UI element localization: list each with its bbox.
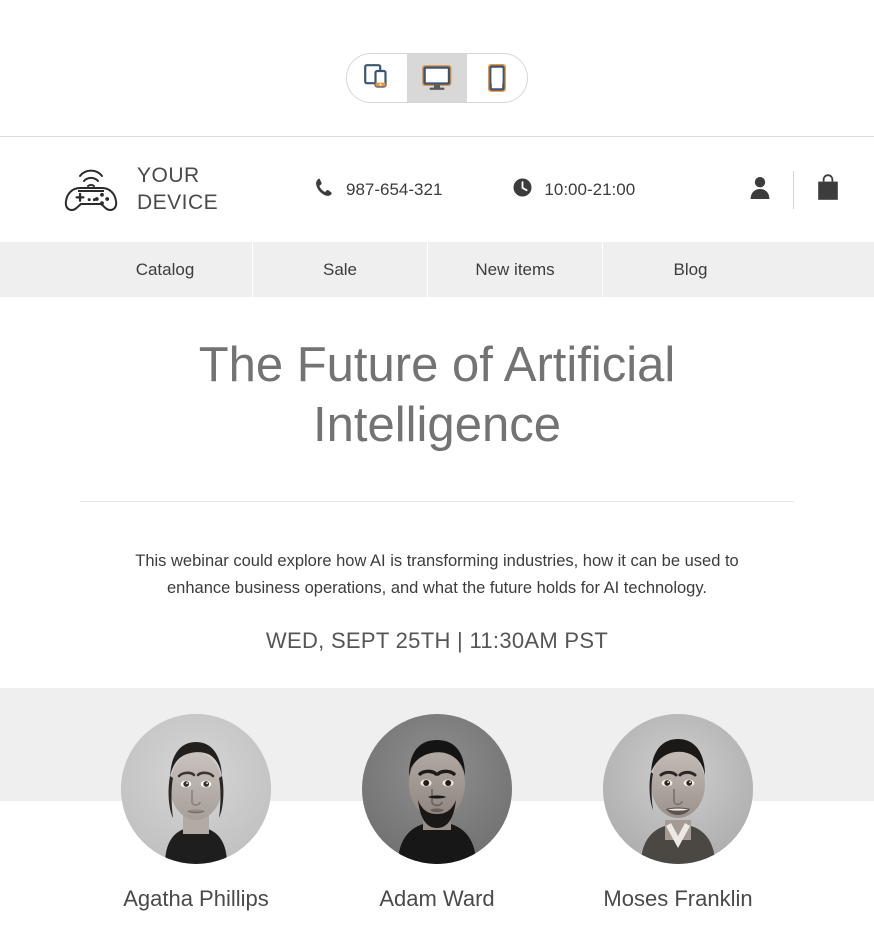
- header-divider: [793, 170, 794, 209]
- speaker-name: Moses Franklin: [603, 885, 753, 911]
- portrait-woman-grayscale: [121, 713, 271, 864]
- speaker-card: Agatha Phillips AI Specialist: [121, 713, 271, 927]
- logo-line-1: YOUR: [137, 164, 200, 188]
- avatar: [121, 713, 271, 864]
- device-button-tablet-mobile[interactable]: [347, 54, 407, 102]
- avatar: [362, 713, 512, 864]
- nav-item-catalog[interactable]: Catalog: [78, 242, 253, 297]
- header-phone-value: 987-654-321: [346, 179, 443, 199]
- hero-description: This webinar could explore how AI is tra…: [135, 551, 739, 597]
- clock-icon: [512, 177, 533, 203]
- header-actions: [749, 170, 840, 209]
- speaker-card: Moses Franklin AI Specialist: [603, 713, 753, 927]
- page-title: The Future of Artificial Intelligence: [198, 338, 676, 453]
- portrait-man-beard-grayscale: [362, 713, 512, 864]
- portrait-man-smiling-grayscale: [603, 713, 753, 864]
- device-button-desktop[interactable]: [407, 54, 467, 102]
- device-switcher[interactable]: [346, 53, 528, 103]
- speakers-section: Agatha Phillips AI Specialist: [0, 687, 874, 927]
- nav-item-sale[interactable]: Sale: [253, 242, 428, 297]
- speaker-name: Adam Ward: [379, 885, 495, 911]
- hero-section: The Future of Artificial Intelligence Th…: [0, 297, 874, 654]
- phone-icon: [314, 177, 335, 203]
- hero-divider: [80, 500, 794, 502]
- site-nav: Catalog Sale New items Blog: [0, 242, 874, 297]
- header-phone[interactable]: 987-654-321: [314, 177, 442, 203]
- header-hours-value: 10:00-21:00: [544, 179, 636, 199]
- mobile-icon: [488, 64, 506, 92]
- site-logo[interactable]: YOUR DEVICE: [62, 161, 292, 218]
- avatar: [603, 713, 753, 864]
- shopping-bag-icon[interactable]: [816, 173, 840, 206]
- header-hours: 10:00-21:00: [512, 177, 635, 203]
- device-button-mobile[interactable]: [467, 54, 527, 102]
- logo-text: YOUR DEVICE: [137, 163, 218, 216]
- nav-item-new-items[interactable]: New items: [428, 242, 603, 297]
- speaker-name: Agatha Phillips: [123, 885, 269, 911]
- nav-item-blog[interactable]: Blog: [603, 242, 778, 297]
- logo-line-2: DEVICE: [137, 190, 219, 214]
- event-date: WED, SEPT 25TH | 11:30AM PST: [265, 627, 609, 653]
- site-header: YOUR DEVICE 987-654-321 10:00-21:00: [0, 137, 874, 242]
- preview-toolbar: [0, 0, 874, 137]
- user-icon[interactable]: [749, 175, 771, 205]
- tablet-mobile-icon: [363, 63, 391, 93]
- gamepad-wireless-icon: [62, 161, 124, 218]
- desktop-icon: [422, 65, 452, 90]
- speaker-card: Adam Ward AI Specialist: [362, 713, 512, 927]
